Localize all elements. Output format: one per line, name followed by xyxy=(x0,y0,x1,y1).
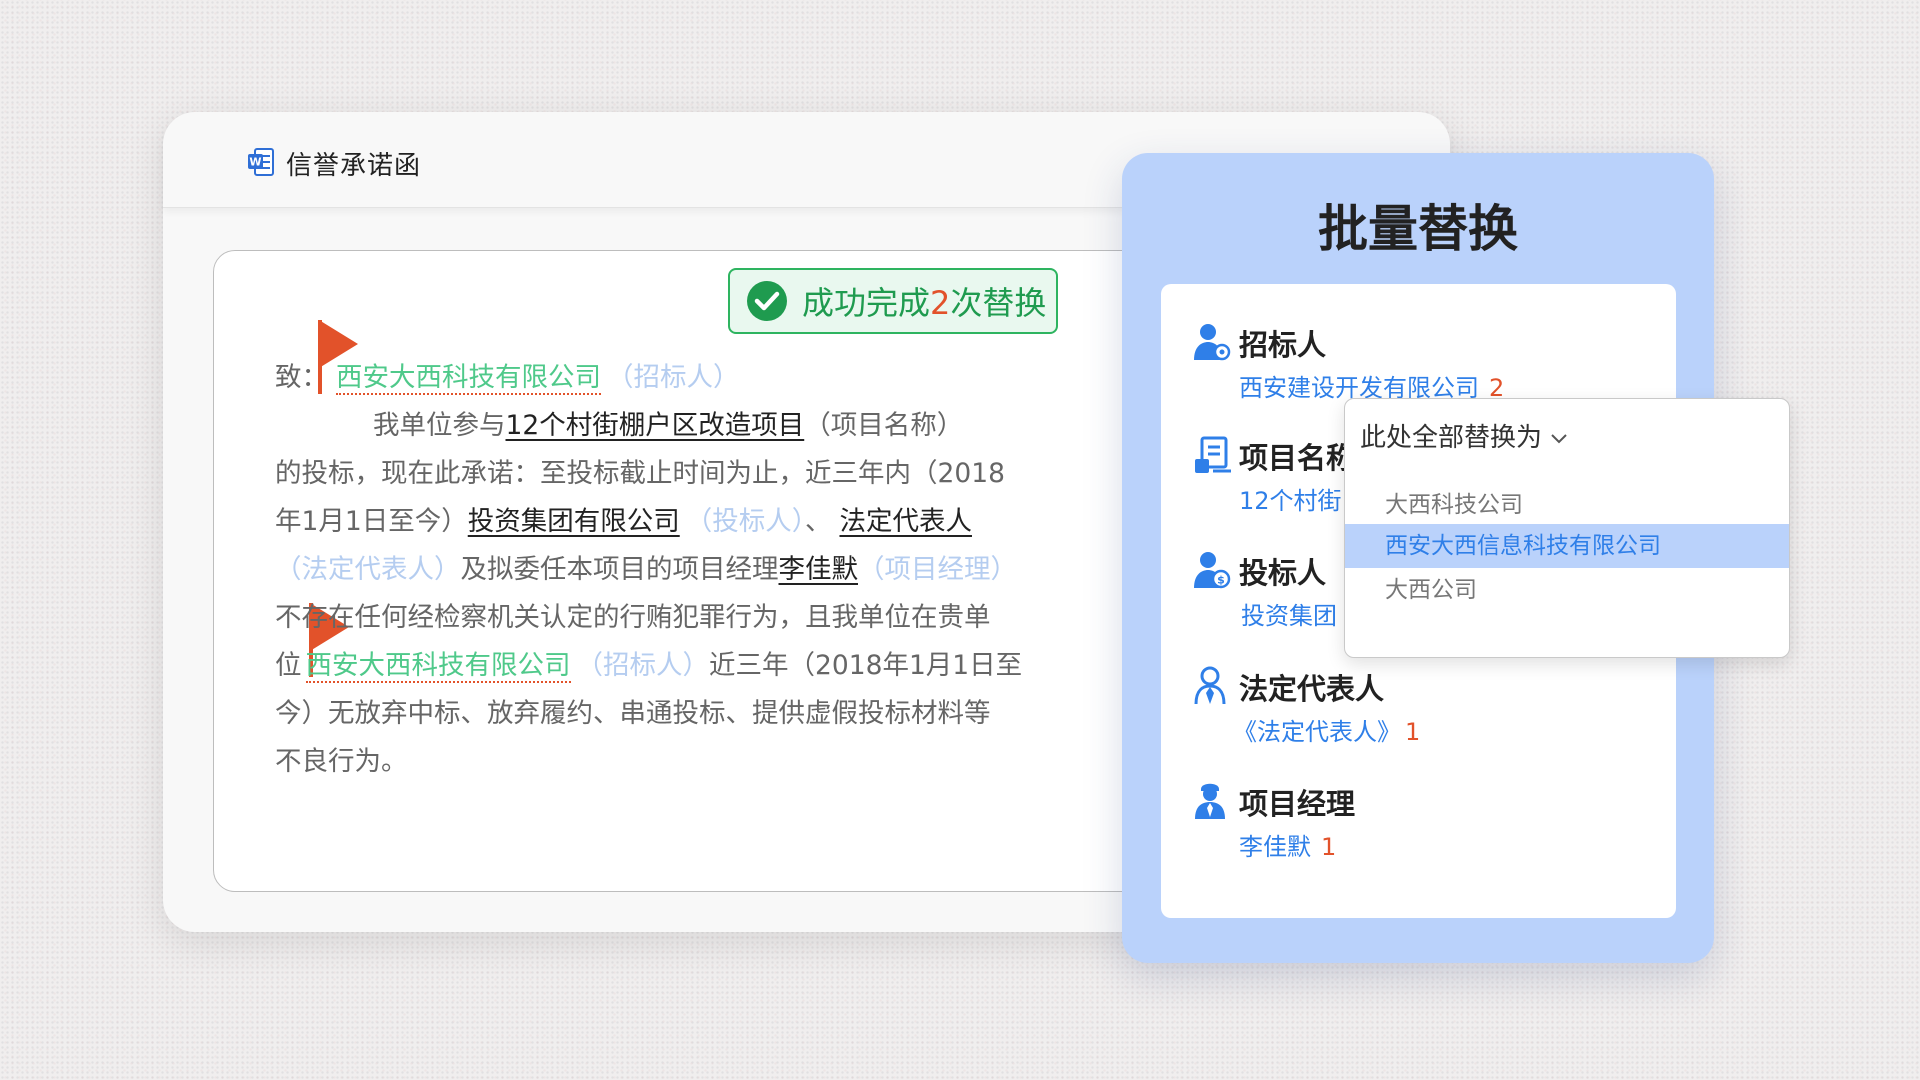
panel-title: 批量替换 xyxy=(1318,200,1518,258)
field-label: 法定代表人 xyxy=(1239,672,1385,706)
bidder-user-icon xyxy=(1194,324,1231,361)
doc-line: 位西安大西科技有限公司 （招标人）近三年（2018年1月1日至 xyxy=(275,650,1023,683)
doc-line: 不良行为。 xyxy=(275,746,408,777)
svg-text:$: $ xyxy=(1217,574,1225,587)
project-manager-icon xyxy=(1195,783,1225,819)
field-label: 投标人 xyxy=(1239,556,1327,590)
field-value[interactable]: 李佳默 1 xyxy=(1239,827,1336,862)
project-name-text[interactable]: 12个村街棚户区改造项目 xyxy=(506,410,805,441)
doc-line: 今）无放弃中标、放弃履约、串通投标、提供虚假投标材料等 xyxy=(275,698,991,729)
document-title: 信誉承诺函 xyxy=(286,151,422,181)
legal-representative-icon xyxy=(1194,666,1226,705)
doc-line: （法定代表人）及拟委任本项目的项目经理李佳默（项目经理） xyxy=(275,554,1017,585)
placeholder-bidder: （招标人） xyxy=(576,650,710,681)
project-document-icon xyxy=(1195,436,1231,473)
placeholder-tenderer: （投标人） xyxy=(685,506,805,537)
replace-all-dropdown[interactable]: 此处全部替换为 大西科技公司 西安大西信息科技有限公司 大西公司 xyxy=(1344,398,1790,658)
replaced-bidder-name[interactable]: 西安大西科技有限公司 xyxy=(336,362,601,395)
field-count: 1 xyxy=(1405,718,1421,746)
tenderer-user-icon: $ xyxy=(1194,552,1231,589)
field-value[interactable]: 12个村街 xyxy=(1239,481,1342,516)
toast-message: 成功完成2次替换 xyxy=(802,284,1047,322)
tenderer-name-text[interactable]: 投资集团有限公司 xyxy=(468,506,680,537)
svg-text:W: W xyxy=(249,156,261,169)
dropdown-option[interactable]: 大西公司 xyxy=(1345,568,1789,612)
dropdown-option[interactable]: 大西科技公司 xyxy=(1345,483,1789,527)
placeholder-legal-rep: （法定代表人） xyxy=(275,554,461,585)
doc-line: 致： 西安大西科技有限公司 （招标人） xyxy=(275,362,740,395)
legal-rep-text[interactable]: 法定代表人 xyxy=(839,506,972,537)
check-circle-icon xyxy=(747,281,787,321)
success-toast: 成功完成2次替换 xyxy=(728,268,1058,334)
doc-line: 年1月1日至今）投资集团有限公司 （投标人）、 法定代表人 xyxy=(275,506,972,537)
word-document-icon: W xyxy=(248,148,274,176)
dropdown-header[interactable]: 此处全部替换为 xyxy=(1360,417,1568,454)
field-count: 1 xyxy=(1321,833,1337,861)
replaced-bidder-name[interactable]: 西安大西科技有限公司 xyxy=(305,650,571,683)
doc-line: 不存在任何经检察机关认定的行贿犯罪行为，且我单位在贵单 xyxy=(275,602,991,633)
field-value[interactable]: 《法定代表人》 1 xyxy=(1233,712,1420,747)
field-label: 招标人 xyxy=(1239,328,1327,362)
placeholder-project-manager: （项目经理） xyxy=(858,554,1017,585)
field-value[interactable]: 投资集团 xyxy=(1241,596,1337,631)
document-body: 致： 西安大西科技有限公司 （招标人） 我单位参与12个村街棚户区改造项目（项目名称… xyxy=(275,354,1095,786)
project-manager-text[interactable]: 李佳默 xyxy=(779,554,859,585)
field-label: 项目名称 xyxy=(1239,441,1356,475)
doc-line: 我单位参与12个村街棚户区改造项目（项目名称） xyxy=(373,410,964,441)
placeholder-bidder: （招标人） xyxy=(607,362,740,393)
dropdown-option-selected[interactable]: 西安大西信息科技有限公司 xyxy=(1345,524,1789,568)
toast-count: 2 xyxy=(930,284,951,322)
field-label: 项目经理 xyxy=(1239,787,1356,821)
doc-line: 的投标，现在此承诺：至投标截止时间为止，近三年内（2018 xyxy=(275,458,1005,489)
chevron-down-icon xyxy=(1551,433,1567,443)
